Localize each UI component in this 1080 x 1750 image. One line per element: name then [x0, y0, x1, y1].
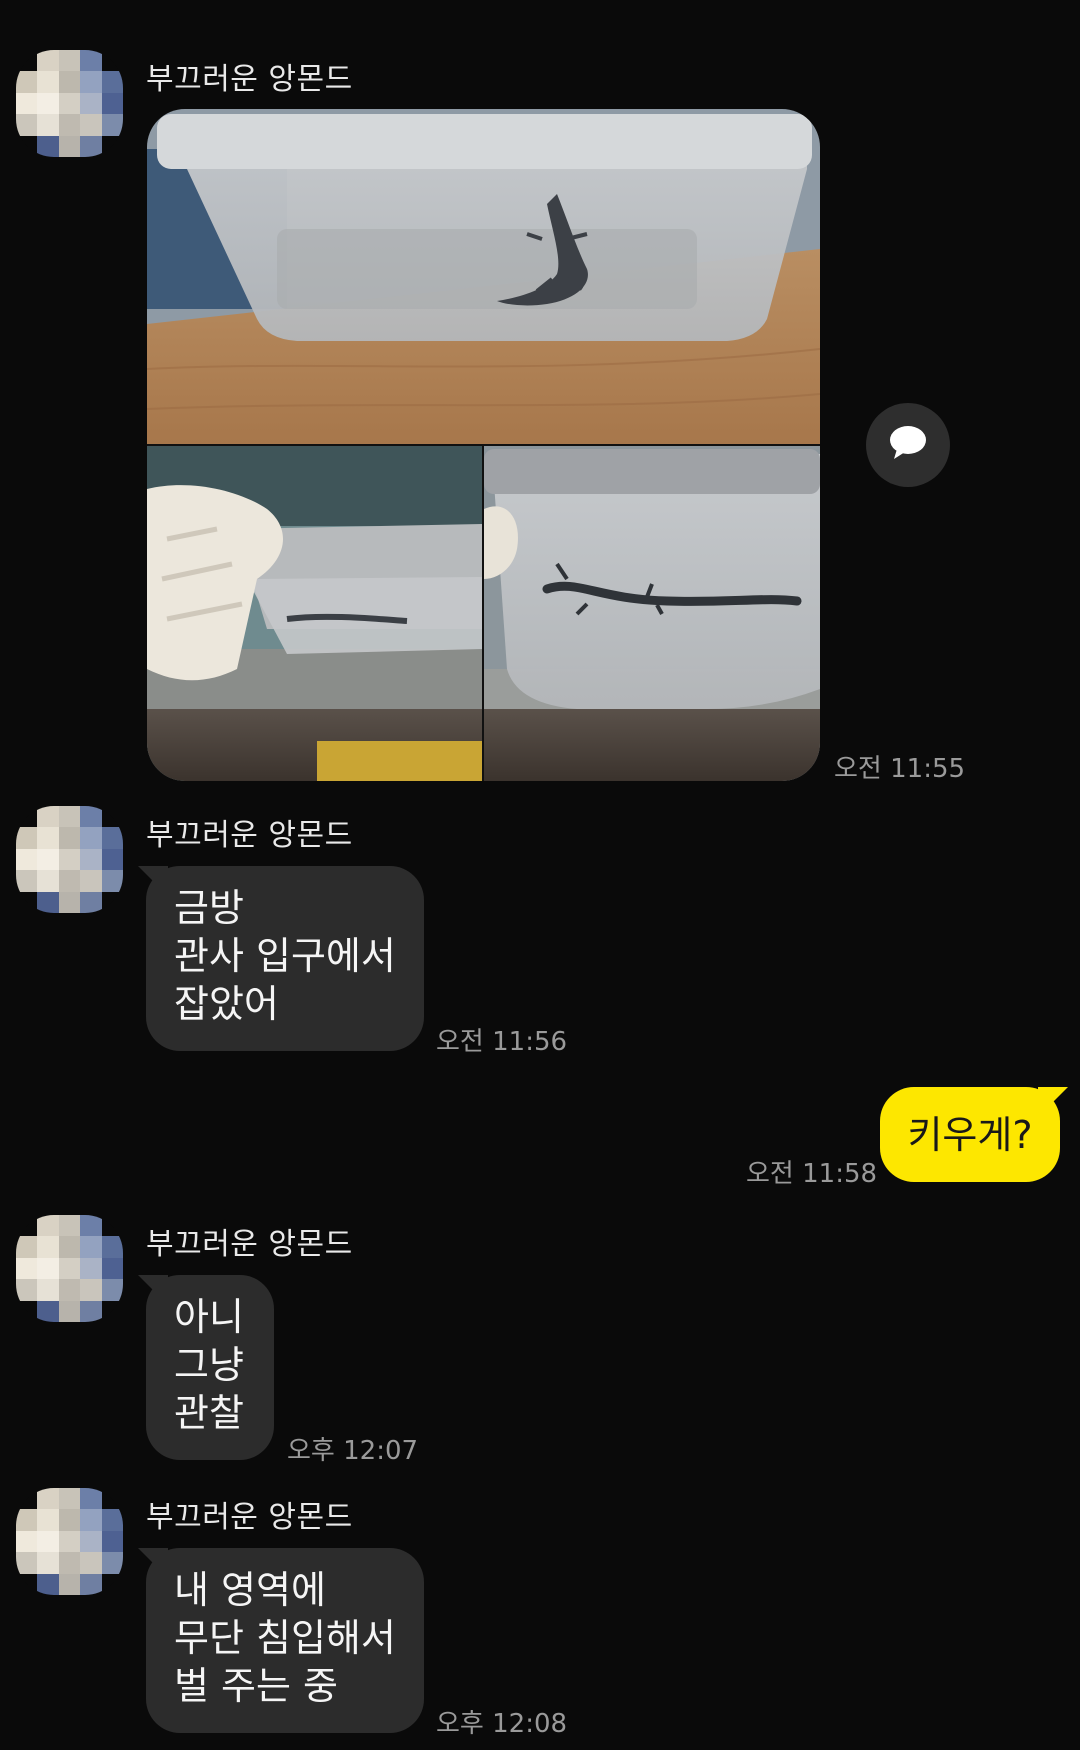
speech-bubble-icon: [888, 425, 928, 465]
photo-3[interactable]: [484, 446, 820, 781]
message-time: 오전 11:55: [834, 754, 966, 784]
message-bubble[interactable]: 아니 그냥 관찰: [146, 1275, 274, 1460]
message-time: 오후 12:08: [436, 1709, 568, 1739]
photo-album[interactable]: [147, 109, 820, 781]
message-bubble[interactable]: 금방 관사 입구에서 잡았어: [146, 866, 424, 1051]
message-time: 오전 11:56: [436, 1027, 568, 1057]
sender-name: 부끄러운 앙몬드: [146, 1227, 353, 1262]
message-bubble[interactable]: 내 영역에 무단 침입해서 벌 주는 중: [146, 1548, 424, 1733]
message-time: 오후 12:07: [287, 1436, 419, 1466]
message-time: 오전 11:58: [746, 1159, 878, 1189]
avatar[interactable]: [16, 50, 123, 157]
message-bubble[interactable]: 키우게?: [880, 1087, 1060, 1182]
sender-name: 부끄러운 앙몬드: [146, 1500, 353, 1535]
share-button[interactable]: [866, 403, 950, 487]
photo-1[interactable]: [147, 109, 820, 444]
avatar[interactable]: [16, 1488, 123, 1595]
sender-name: 부끄러운 앙몬드: [146, 818, 353, 853]
photo-2[interactable]: [147, 446, 482, 781]
avatar[interactable]: [16, 806, 123, 913]
sender-name: 부끄러운 앙몬드: [146, 62, 353, 97]
avatar[interactable]: [16, 1215, 123, 1322]
